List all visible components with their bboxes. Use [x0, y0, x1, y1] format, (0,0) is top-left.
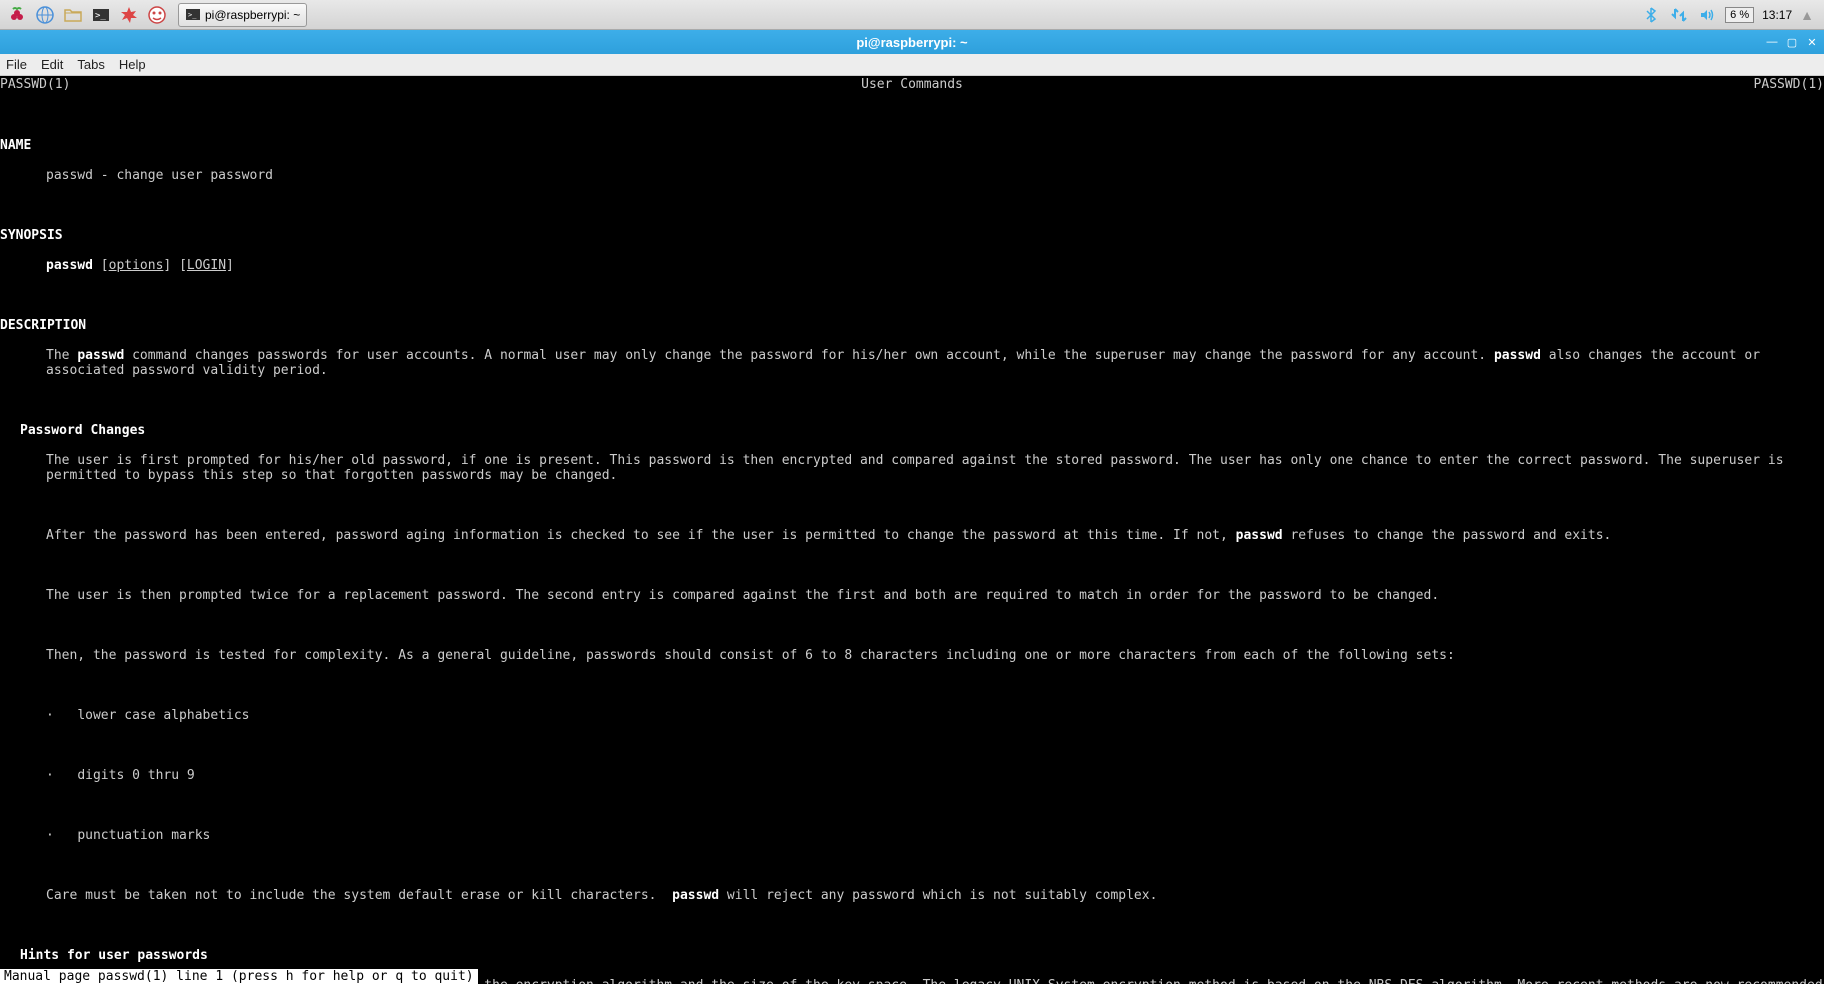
eject-icon[interactable]: ▲ — [1800, 7, 1814, 23]
window-title: pi@raspberrypi: ~ — [856, 35, 967, 50]
folder-icon[interactable] — [60, 2, 86, 28]
man-header-center: User Commands — [861, 77, 963, 92]
man-header-left: PASSWD(1) — [0, 77, 70, 92]
terminal-icon[interactable]: >_ — [88, 2, 114, 28]
bullet-3: · punctuation marks — [0, 828, 1824, 843]
bug-icon[interactable] — [144, 2, 170, 28]
pc-para-3: The user is then prompted twice for a re… — [0, 588, 1824, 603]
menubar: File Edit Tabs Help — [0, 54, 1824, 76]
taskbar-right: 6 % 13:17 ▲ — [1641, 5, 1820, 25]
man-statusline: Manual page passwd(1) line 1 (press h fo… — [0, 969, 478, 984]
menu-tabs[interactable]: Tabs — [77, 57, 104, 72]
svg-text:>_: >_ — [95, 11, 106, 21]
volume-icon[interactable] — [1697, 5, 1717, 25]
taskbar: >_ >_ pi@raspberrypi: ~ 6 % 13:17 ▲ — [0, 0, 1824, 30]
password-changes-heading: Password Changes — [20, 423, 145, 438]
menu-edit[interactable]: Edit — [41, 57, 63, 72]
bullet-1: · lower case alphabetics — [0, 708, 1824, 723]
svg-text:>_: >_ — [188, 11, 197, 19]
raspberry-icon[interactable] — [4, 2, 30, 28]
hints-heading: Hints for user passwords — [20, 948, 208, 963]
window-controls: — ▢ ✕ — [1764, 34, 1824, 50]
cpu-usage[interactable]: 6 % — [1725, 7, 1754, 23]
section-synopsis: SYNOPSIS — [0, 228, 1824, 243]
pc-para-2: After the password has been entered, pas… — [0, 528, 1824, 543]
man-header-right: PASSWD(1) — [1754, 77, 1824, 92]
section-name: NAME — [0, 138, 1824, 153]
taskbar-app-label: pi@raspberrypi: ~ — [205, 8, 300, 22]
clock[interactable]: 13:17 — [1762, 8, 1792, 22]
burst-icon[interactable] — [116, 2, 142, 28]
close-button[interactable]: ✕ — [1804, 34, 1820, 50]
menu-help[interactable]: Help — [119, 57, 146, 72]
maximize-button[interactable]: ▢ — [1784, 34, 1800, 50]
globe-icon[interactable] — [32, 2, 58, 28]
man-content: NAME passwd - change user password SYNOP… — [0, 93, 1824, 984]
bluetooth-icon[interactable] — [1641, 5, 1661, 25]
network-icon[interactable] — [1669, 5, 1689, 25]
menu-file[interactable]: File — [6, 57, 27, 72]
terminal-app-icon: >_ — [185, 7, 201, 23]
pc-para-1: The user is first prompted for his/her o… — [0, 453, 1824, 483]
bullet-2: · digits 0 thru 9 — [0, 768, 1824, 783]
window-titlebar[interactable]: pi@raspberrypi: ~ — ▢ ✕ — [0, 30, 1824, 54]
name-line: passwd - change user password — [0, 168, 1824, 183]
terminal[interactable]: PASSWD(1) User Commands PASSWD(1) NAME p… — [0, 76, 1824, 984]
minimize-button[interactable]: — — [1764, 34, 1780, 50]
taskbar-app-terminal[interactable]: >_ pi@raspberrypi: ~ — [178, 3, 307, 27]
description-para-1: The passwd command changes passwords for… — [0, 348, 1824, 378]
synopsis-line: passwd [options] [LOGIN] — [0, 258, 1824, 273]
pc-para-5: Care must be taken not to include the sy… — [0, 888, 1824, 903]
taskbar-left: >_ >_ pi@raspberrypi: ~ — [4, 2, 307, 28]
pc-para-4: Then, the password is tested for complex… — [0, 648, 1824, 663]
man-header: PASSWD(1) User Commands PASSWD(1) — [0, 76, 1824, 93]
section-description: DESCRIPTION — [0, 318, 1824, 333]
